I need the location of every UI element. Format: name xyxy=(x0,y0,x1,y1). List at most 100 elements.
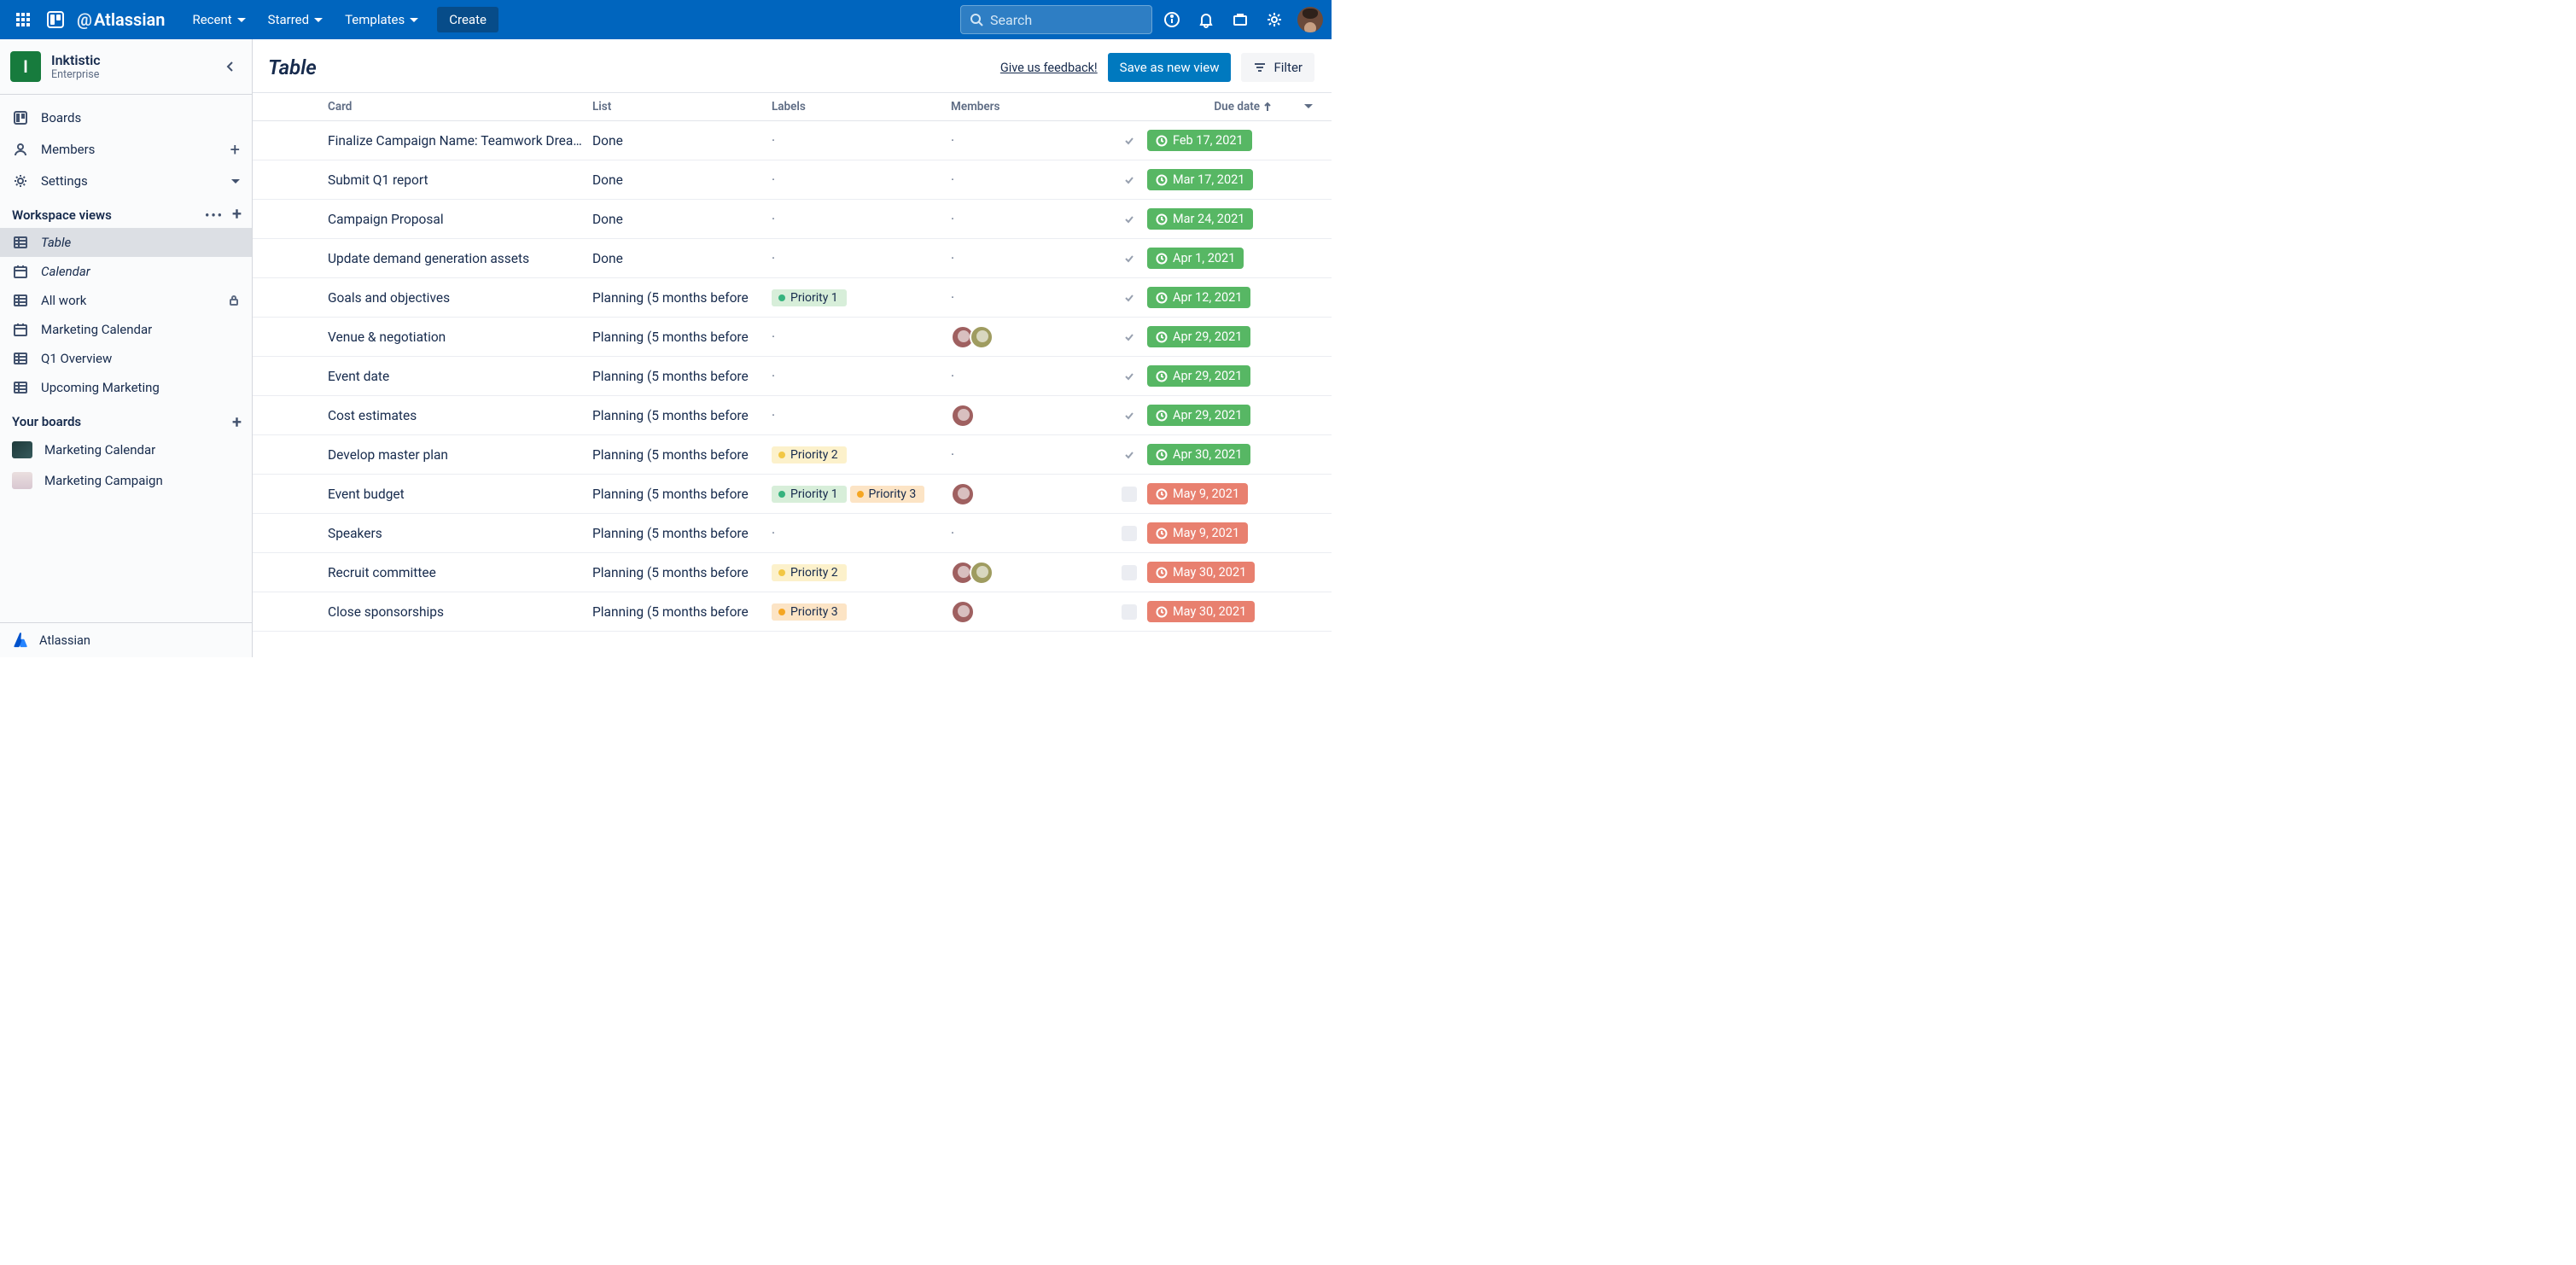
view-item-upcoming-marketing[interactable]: Upcoming Marketing xyxy=(0,373,252,402)
col-due-date[interactable]: Due date xyxy=(1214,100,1272,114)
col-list[interactable]: List xyxy=(592,100,772,114)
label-p1[interactable]: Priority 1 xyxy=(772,289,847,306)
due-date-badge[interactable]: May 9, 2021 xyxy=(1147,522,1248,544)
card-title[interactable]: Campaign Proposal xyxy=(328,212,592,227)
view-item-q1-overview[interactable]: Q1 Overview xyxy=(0,344,252,373)
apps-switcher-button[interactable] xyxy=(9,5,38,34)
due-date-badge[interactable]: Apr 1, 2021 xyxy=(1147,248,1244,269)
sidebar-item-settings[interactable]: Settings xyxy=(0,166,252,195)
list-name[interactable]: Planning (5 months before xyxy=(592,408,772,423)
card-title[interactable]: Cost estimates xyxy=(328,408,592,423)
due-complete-check[interactable] xyxy=(1122,408,1137,423)
sidebar-footer[interactable]: Atlassian xyxy=(0,622,252,657)
table-row[interactable]: Venue & negotiationPlanning (5 months be… xyxy=(253,318,1332,357)
table-row[interactable]: SpeakersPlanning (5 months before··May 9… xyxy=(253,514,1332,553)
member-avatar[interactable] xyxy=(951,404,975,428)
col-members[interactable]: Members xyxy=(951,100,1122,114)
nav-menu-starred[interactable]: Starred xyxy=(258,7,333,32)
table-row[interactable]: Recruit committeePlanning (5 months befo… xyxy=(253,553,1332,592)
plus-icon[interactable]: + xyxy=(230,139,240,160)
card-title[interactable]: Speakers xyxy=(328,526,592,541)
label-p2[interactable]: Priority 2 xyxy=(772,564,847,581)
list-name[interactable]: Planning (5 months before xyxy=(592,447,772,463)
table-row[interactable]: Event datePlanning (5 months before··Apr… xyxy=(253,357,1332,396)
card-title[interactable]: Goals and objectives xyxy=(328,290,592,306)
view-item-marketing-calendar[interactable]: Marketing Calendar xyxy=(0,315,252,344)
create-button[interactable]: Create xyxy=(437,7,498,32)
due-complete-check[interactable] xyxy=(1122,369,1137,384)
col-card[interactable]: Card xyxy=(328,100,592,114)
due-complete-check[interactable] xyxy=(1122,565,1137,580)
due-complete-check[interactable] xyxy=(1122,604,1137,620)
info-button[interactable] xyxy=(1157,5,1186,34)
sidebar-item-members[interactable]: Members+ xyxy=(0,132,252,166)
due-date-badge[interactable]: Apr 29, 2021 xyxy=(1147,405,1250,426)
table-row[interactable]: Develop master planPlanning (5 months be… xyxy=(253,435,1332,475)
brand-label[interactable]: @Atlassian xyxy=(77,9,165,30)
card-title[interactable]: Submit Q1 report xyxy=(328,172,592,188)
table-row[interactable]: Submit Q1 reportDone··Mar 17, 2021 xyxy=(253,160,1332,200)
view-item-calendar[interactable]: Calendar xyxy=(0,257,252,286)
due-date-badge[interactable]: Mar 17, 2021 xyxy=(1147,169,1253,190)
due-complete-check[interactable] xyxy=(1122,172,1137,188)
search-input[interactable]: Search xyxy=(960,5,1152,34)
board-item-marketing-campaign[interactable]: Marketing Campaign xyxy=(0,465,252,496)
board-item-marketing-calendar[interactable]: Marketing Calendar xyxy=(0,434,252,465)
filter-button[interactable]: Filter xyxy=(1241,53,1314,82)
due-complete-check[interactable] xyxy=(1122,133,1137,149)
due-date-badge[interactable]: Apr 30, 2021 xyxy=(1147,444,1250,465)
due-date-badge[interactable]: May 30, 2021 xyxy=(1147,601,1255,622)
column-menu-button[interactable] xyxy=(1304,100,1313,114)
card-title[interactable]: Event date xyxy=(328,369,592,384)
due-date-badge[interactable]: May 30, 2021 xyxy=(1147,562,1255,583)
boards-button[interactable] xyxy=(1226,5,1255,34)
label-p2[interactable]: Priority 2 xyxy=(772,446,847,463)
table-row[interactable]: Cost estimatesPlanning (5 months before·… xyxy=(253,396,1332,435)
card-title[interactable]: Venue & negotiation xyxy=(328,329,592,345)
list-name[interactable]: Planning (5 months before xyxy=(592,604,772,620)
due-complete-check[interactable] xyxy=(1122,487,1137,502)
due-complete-check[interactable] xyxy=(1122,251,1137,266)
label-p3[interactable]: Priority 3 xyxy=(850,486,925,503)
view-item-all-work[interactable]: All work xyxy=(0,286,252,315)
notifications-button[interactable] xyxy=(1192,5,1221,34)
list-name[interactable]: Planning (5 months before xyxy=(592,565,772,580)
member-avatar[interactable] xyxy=(951,482,975,506)
collapse-sidebar-button[interactable] xyxy=(219,55,242,78)
list-name[interactable]: Planning (5 months before xyxy=(592,290,772,306)
list-name[interactable]: Done xyxy=(592,133,772,149)
due-complete-check[interactable] xyxy=(1122,212,1137,227)
card-title[interactable]: Recruit committee xyxy=(328,565,592,580)
due-complete-check[interactable] xyxy=(1122,290,1137,306)
due-date-badge[interactable]: Feb 17, 2021 xyxy=(1147,130,1252,151)
list-name[interactable]: Planning (5 months before xyxy=(592,487,772,502)
due-date-badge[interactable]: May 9, 2021 xyxy=(1147,483,1248,504)
list-name[interactable]: Done xyxy=(592,251,772,266)
card-title[interactable]: Develop master plan xyxy=(328,447,592,463)
table-row[interactable]: Finalize Campaign Name: Teamwork Dream W… xyxy=(253,121,1332,160)
due-date-badge[interactable]: Apr 12, 2021 xyxy=(1147,287,1250,308)
member-avatar[interactable] xyxy=(951,600,975,624)
card-title[interactable]: Finalize Campaign Name: Teamwork Dream W xyxy=(328,133,592,149)
table-row[interactable]: Campaign ProposalDone··Mar 24, 2021 xyxy=(253,200,1332,239)
list-name[interactable]: Done xyxy=(592,212,772,227)
due-complete-check[interactable] xyxy=(1122,526,1137,541)
member-avatar[interactable] xyxy=(970,325,994,349)
sidebar-item-boards[interactable]: Boards xyxy=(0,103,252,132)
save-view-button[interactable]: Save as new view xyxy=(1108,53,1232,82)
nav-menu-recent[interactable]: Recent xyxy=(182,7,255,32)
view-item-table[interactable]: Table xyxy=(0,228,252,257)
card-title[interactable]: Close sponsorships xyxy=(328,604,592,620)
due-date-badge[interactable]: Apr 29, 2021 xyxy=(1147,326,1250,347)
settings-button[interactable] xyxy=(1260,5,1289,34)
table-row[interactable]: Goals and objectivesPlanning (5 months b… xyxy=(253,278,1332,318)
table-row[interactable]: Update demand generation assetsDone··Apr… xyxy=(253,239,1332,278)
trello-home-button[interactable] xyxy=(41,5,70,34)
due-date-badge[interactable]: Apr 29, 2021 xyxy=(1147,365,1250,387)
label-p1[interactable]: Priority 1 xyxy=(772,486,847,503)
due-date-badge[interactable]: Mar 24, 2021 xyxy=(1147,208,1253,230)
card-title[interactable]: Event budget xyxy=(328,487,592,502)
chevron-down-icon[interactable] xyxy=(231,173,240,189)
list-name[interactable]: Planning (5 months before xyxy=(592,369,772,384)
member-avatar[interactable] xyxy=(970,561,994,585)
